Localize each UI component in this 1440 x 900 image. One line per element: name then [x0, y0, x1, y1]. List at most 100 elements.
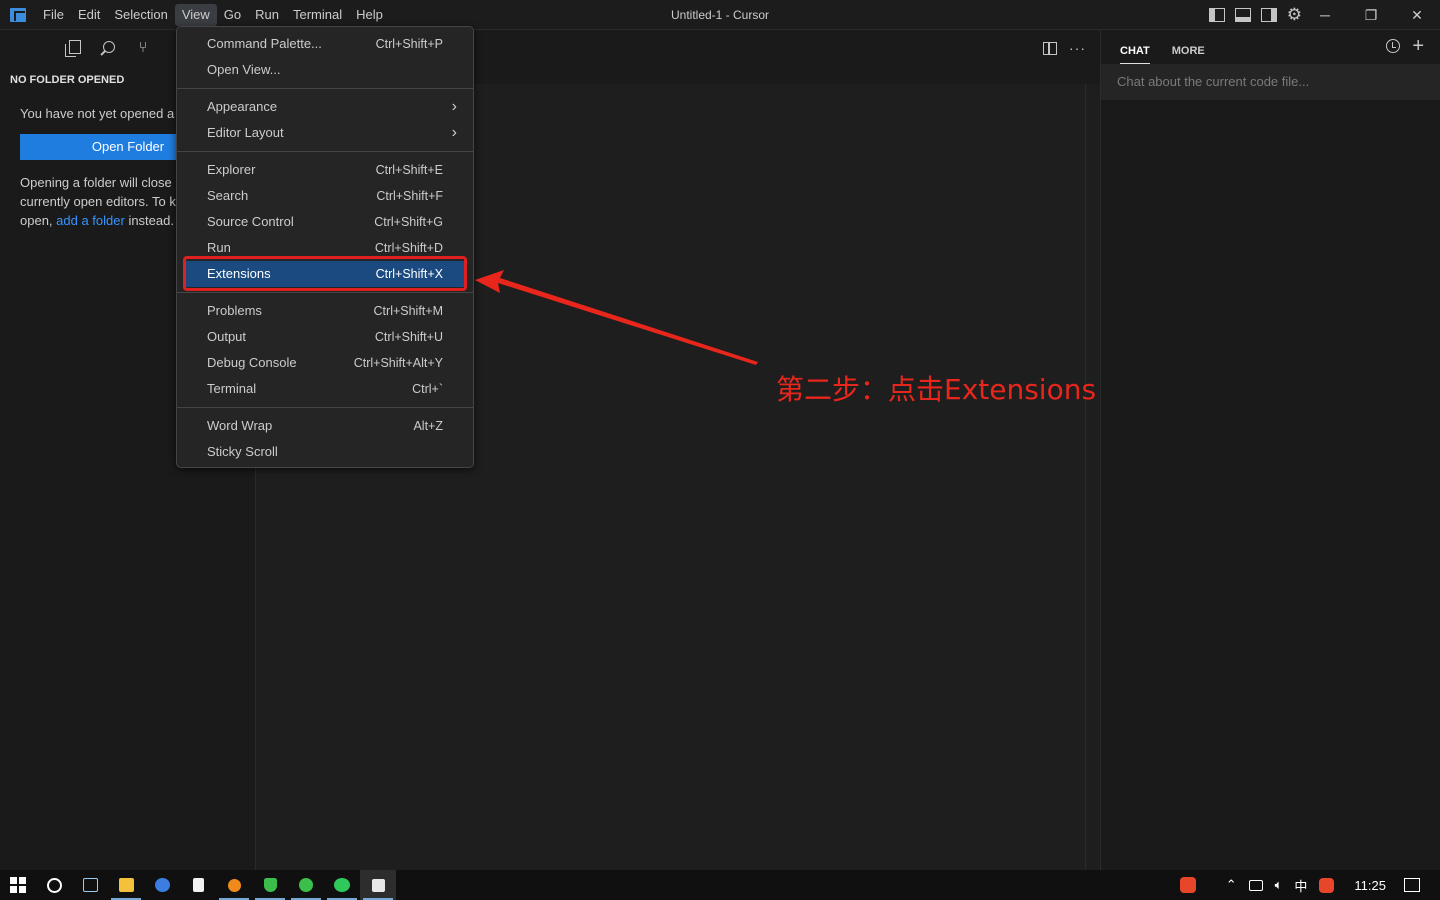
search-app-icon [227, 878, 241, 892]
menu-file[interactable]: File [36, 4, 71, 26]
menu-item-source-control[interactable]: Source Control Ctrl+Shift+G [177, 209, 473, 235]
ime-indicator[interactable]: 中 [1288, 870, 1313, 900]
menu-edit[interactable]: Edit [71, 4, 107, 26]
volume-control[interactable]: 🔈︎ [1269, 870, 1289, 900]
menu-go[interactable]: Go [217, 4, 248, 26]
cortana-button[interactable] [36, 870, 72, 900]
menu-item-debug-console[interactable]: Debug Console Ctrl+Shift+Alt+Y [177, 350, 473, 376]
annotation-text: 第二步：点击Extensions [776, 373, 1097, 406]
show-hidden-icons-button[interactable]: ⌃ [1220, 870, 1243, 900]
explorer-icon[interactable] [65, 38, 84, 57]
taskbar-notepad[interactable] [180, 870, 216, 900]
tab-chat[interactable]: CHAT [1120, 34, 1150, 64]
menu-item-label: Command Palette... [207, 36, 322, 51]
menu-item-label: Appearance [207, 99, 278, 114]
more-actions-icon[interactable]: ··· [1069, 40, 1086, 56]
file-explorer-icon [118, 878, 134, 892]
settings-gear-icon[interactable]: ⚙ [1287, 6, 1302, 23]
new-chat-icon[interactable]: + [1412, 36, 1424, 56]
menu-run[interactable]: Run [248, 4, 286, 26]
menu-item-shortcut: Ctrl+Shift+U [374, 330, 443, 344]
menu-item-run[interactable]: Run Ctrl+Shift+D [177, 235, 473, 261]
menu-item-label: Problems [207, 303, 262, 318]
menu-item-label: Terminal [207, 381, 257, 396]
notepad-icon [192, 878, 204, 892]
menu-item-shortcut: Ctrl+Shift+E [375, 163, 443, 177]
menu-help[interactable]: Help [349, 4, 390, 26]
system-tray: ⌃ 🔈︎ 中 11:25 [1174, 870, 1440, 900]
menu-separator [177, 151, 473, 152]
view-menu-dropdown: Command Palette... Ctrl+Shift+P Open View… [176, 26, 474, 468]
menu-item-sticky-scroll[interactable]: Sticky Scroll [177, 439, 473, 465]
cursor-icon [371, 878, 385, 892]
taskbar-file-explorer[interactable] [108, 870, 144, 900]
info-line-3-pre: open, [20, 213, 57, 228]
menu-item-shortcut: Ctrl+` [412, 382, 443, 396]
menu-separator [177, 407, 473, 408]
editor-scrollbar[interactable] [1085, 84, 1086, 870]
toggle-primary-sidebar-icon[interactable] [1208, 8, 1225, 22]
network-status[interactable] [1243, 870, 1269, 900]
toggle-panel-icon[interactable] [1234, 8, 1251, 22]
chat-tab-bar: CHAT MORE + [1101, 30, 1440, 64]
menu-item-word-wrap[interactable]: Word Wrap Alt+Z [177, 413, 473, 439]
taskbar-search-app[interactable] [216, 870, 252, 900]
network-app-button[interactable] [72, 870, 108, 900]
restore-button[interactable]: ❐ [1348, 0, 1394, 30]
menu-item-shortcut: Ctrl+Shift+P [375, 37, 443, 51]
clock[interactable]: 11:25 [1340, 878, 1400, 893]
menu-separator [177, 88, 473, 89]
menu-item-explorer[interactable]: Explorer Ctrl+Shift+E [177, 157, 473, 183]
minimize-button[interactable]: ─ [1302, 0, 1348, 30]
taskbar-wechat[interactable] [324, 870, 360, 900]
taskbar-cursor[interactable] [360, 870, 396, 900]
menu-item-label: Debug Console [207, 355, 297, 370]
menu-item-label: Output [207, 329, 247, 344]
network-app-icon [82, 878, 98, 892]
source-control-icon[interactable]: ⑂ [134, 38, 152, 56]
menu-item-problems[interactable]: Problems Ctrl+Shift+M [177, 298, 473, 324]
menu-item-extensions[interactable]: Extensions Ctrl+Shift+X [183, 261, 467, 287]
taskbar-browser[interactable] [144, 870, 180, 900]
start-button[interactable] [0, 870, 36, 900]
menu-item-search[interactable]: Search Ctrl+Shift+F [177, 183, 473, 209]
add-folder-link[interactable]: add a folder [56, 213, 125, 228]
menu-item-open-view[interactable]: Open View... [177, 57, 473, 83]
menu-item-shortcut: Ctrl+Shift+X [375, 267, 443, 281]
menu-item-label: Extensions [207, 266, 271, 281]
sogou-tray-button[interactable] [1313, 870, 1340, 900]
menu-item-shortcut: Ctrl+Shift+Alt+Y [353, 356, 443, 370]
menu-selection[interactable]: Selection [107, 4, 174, 26]
menu-view[interactable]: View [174, 3, 217, 26]
windows-logo-icon [10, 877, 26, 893]
chevron-right-icon: › [451, 98, 457, 115]
chat-input[interactable]: Chat about the current code file... [1101, 64, 1440, 100]
split-editor-icon[interactable] [1043, 41, 1057, 55]
search-icon[interactable] [100, 38, 118, 56]
notification-center-icon[interactable] [1404, 878, 1420, 892]
info-line-3-post: instead. [124, 213, 174, 228]
taskbar-security[interactable] [252, 870, 288, 900]
menu-item-output[interactable]: Output Ctrl+Shift+U [177, 324, 473, 350]
menu-item-shortcut: Ctrl+Shift+G [374, 215, 443, 229]
menu-item-terminal[interactable]: Terminal Ctrl+` [177, 376, 473, 402]
chat-panel: CHAT MORE + Chat about the current code … [1100, 30, 1440, 870]
menu-item-editor-layout[interactable]: Editor Layout › [177, 120, 473, 146]
tab-more[interactable]: MORE [1172, 34, 1205, 64]
app-logo-icon [0, 0, 36, 30]
menu-item-label: Search [207, 188, 249, 203]
close-button[interactable]: ✕ [1394, 0, 1440, 30]
menu-item-label: Editor Layout [207, 125, 284, 140]
taskbar-chat-app[interactable] [288, 870, 324, 900]
menu-item-label: Explorer [207, 162, 256, 177]
taskbar: ⌃ 🔈︎ 中 11:25 [0, 870, 1440, 900]
menu-terminal[interactable]: Terminal [286, 4, 349, 26]
history-icon[interactable] [1386, 39, 1401, 53]
toggle-secondary-sidebar-icon[interactable] [1260, 8, 1277, 22]
sogou-ime-button[interactable] [1174, 870, 1202, 900]
menu-item-shortcut: Ctrl+Shift+M [373, 304, 443, 318]
menu-item-appearance[interactable]: Appearance › [177, 94, 473, 120]
menu-item-label: Open View... [207, 62, 281, 77]
menu-item-command-palette[interactable]: Command Palette... Ctrl+Shift+P [177, 31, 473, 57]
speaker-icon: 🔈︎ [1274, 877, 1283, 892]
